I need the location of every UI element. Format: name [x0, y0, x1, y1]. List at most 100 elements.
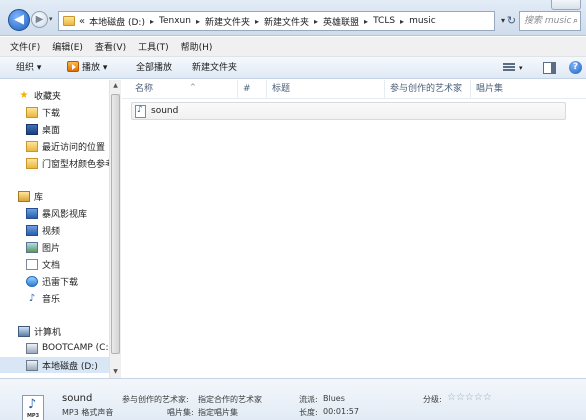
search-icon: ⌕ [572, 16, 578, 26]
file-row[interactable]: sound [131, 102, 566, 120]
breadcrumb-tcls[interactable]: TCLS [373, 16, 395, 26]
forward-button[interactable]: ▶ [31, 11, 48, 28]
sort-ascending-icon: ^ [190, 83, 196, 91]
details-rating-label: 分级: [423, 395, 442, 404]
navigation-scrollbar[interactable]: ▲ ▼ [109, 80, 121, 378]
details-length-label: 长度: [299, 408, 318, 417]
breadcrumb-separator-icon[interactable]: ▸ [400, 17, 404, 26]
nav-item-label: 桌面 [42, 125, 61, 136]
nav-item-label: 迅雷下载 [42, 277, 79, 288]
new-folder-button[interactable]: 新建文件夹 [192, 57, 237, 79]
nav-item-downloads[interactable]: 下载 [26, 104, 109, 120]
nav-item-door-colors[interactable]: 门窗型材颜色参考 [26, 155, 109, 171]
drive-icon [26, 342, 38, 354]
play-all-button[interactable]: 全部播放 [136, 57, 172, 79]
column-header-number[interactable]: # [238, 80, 267, 99]
nav-item-desktop[interactable]: 桌面 [26, 121, 109, 137]
column-header-title[interactable]: 标题 [267, 80, 385, 99]
nav-libraries[interactable]: 库 [18, 188, 109, 204]
menu-file[interactable]: 文件(F) [4, 40, 46, 53]
breadcrumb-separator-icon[interactable]: ▸ [364, 17, 368, 26]
preview-pane-icon[interactable] [543, 62, 556, 74]
nav-item-thunder-downloads[interactable]: 迅雷下载 [26, 273, 109, 289]
breadcrumb-separator-icon[interactable]: ▸ [314, 17, 318, 26]
details-file-type: MP3 格式声音 [62, 408, 114, 417]
details-genre-label: 流派: [299, 395, 318, 404]
nav-favorites[interactable]: ★ 收藏夹 [18, 87, 109, 103]
mp3-file-icon: MP3 [22, 395, 44, 420]
breadcrumb-separator-icon[interactable]: ▸ [255, 17, 259, 26]
nav-item-recent-places[interactable]: 最近访问的位置 [26, 138, 109, 154]
breadcrumb-overflow[interactable]: « [79, 16, 85, 27]
column-header-name[interactable]: 名称 ^ [130, 80, 238, 99]
search-input[interactable]: 搜索 music ⌕ [519, 11, 581, 31]
menu-edit[interactable]: 编辑(E) [46, 40, 89, 53]
column-header-album[interactable]: 唱片集 [471, 80, 571, 99]
details-artist-value[interactable]: 指定合作的艺术家 [198, 394, 262, 405]
nav-item-documents[interactable]: 文档 [26, 256, 109, 272]
scroll-down-icon[interactable]: ▼ [110, 366, 121, 378]
details-length-value: 00:01:57 [323, 407, 359, 416]
nav-item-pictures[interactable]: 图片 [26, 239, 109, 255]
breadcrumb-separator-icon[interactable]: ▸ [150, 17, 154, 26]
menu-tools[interactable]: 工具(T) [132, 40, 175, 53]
recent-places-icon [26, 140, 38, 152]
details-album-label: 唱片集: [167, 408, 194, 417]
play-label: 播放 ▾ [82, 63, 108, 73]
details-file-name: sound [62, 393, 93, 404]
thunder-icon [26, 275, 38, 287]
nav-item-label: 图片 [42, 243, 61, 254]
nav-favorites-label: 收藏夹 [34, 91, 62, 102]
nav-libraries-label: 库 [34, 192, 44, 203]
help-icon[interactable]: ? [569, 61, 582, 74]
command-bar: 组织 ▾ 播放 ▾ 全部播放 新建文件夹 ▾ ? [0, 57, 586, 79]
pictures-icon [26, 241, 38, 253]
organize-button[interactable]: 组织 ▾ [16, 57, 41, 79]
breadcrumb-tenxun[interactable]: Tenxun [159, 16, 191, 26]
menu-bar: 文件(F) 编辑(E) 查看(V) 工具(T) 帮助(H) [0, 37, 586, 57]
nav-item-label: 音乐 [42, 294, 61, 305]
documents-icon [26, 258, 38, 270]
nav-item-label: 暴风影视库 [42, 209, 88, 220]
menu-help[interactable]: 帮助(H) [175, 40, 219, 53]
nav-computer[interactable]: 计算机 [18, 323, 109, 339]
breadcrumb-new-folder-1[interactable]: 新建文件夹 [205, 15, 250, 28]
view-dropdown-icon[interactable]: ▾ [519, 57, 523, 79]
back-button[interactable]: ◀ [8, 9, 30, 31]
window-control[interactable] [551, 0, 581, 10]
mp3-icon-label: MP3 [26, 413, 40, 419]
details-artist-label: 参与创作的艺术家: [122, 395, 189, 404]
breadcrumb-separator-icon[interactable]: ▸ [196, 17, 200, 26]
breadcrumb-new-folder-2[interactable]: 新建文件夹 [264, 15, 309, 28]
details-genre-value[interactable]: Blues [323, 394, 345, 403]
details-album-value[interactable]: 指定唱片集 [198, 407, 238, 418]
star-icon: ★ [19, 89, 29, 101]
folder-icon [26, 157, 38, 169]
nav-item-drive-c[interactable]: BOOTCAMP (C:) [26, 340, 109, 356]
scrollbar-thumb[interactable] [111, 94, 120, 354]
change-view-icon[interactable] [503, 62, 515, 73]
details-pane: MP3 sound MP3 格式声音 参与创作的艺术家: 指定合作的艺术家 唱片… [0, 378, 586, 420]
column-header-label: 名称 [135, 84, 154, 94]
recent-pages-icon[interactable]: ▾ [49, 13, 58, 25]
breadcrumb-music[interactable]: music [409, 16, 436, 26]
nav-item-music[interactable]: ♪ 音乐 [26, 290, 109, 306]
address-field[interactable]: « 本地磁盘 (D:) ▸ Tenxun ▸ 新建文件夹 ▸ 新建文件夹 ▸ 英… [58, 11, 495, 31]
file-list: 名称 ^ # 标题 参与创作的艺术家 唱片集 sound [122, 80, 586, 378]
breadcrumb-lol[interactable]: 英雄联盟 [323, 15, 359, 28]
nav-item-label: 本地磁盘 (D:) [42, 361, 98, 372]
downloads-folder-icon [26, 106, 38, 118]
rating-stars[interactable]: ☆☆☆☆☆ [447, 392, 492, 403]
menu-view[interactable]: 查看(V) [89, 40, 132, 53]
nav-item-videos[interactable]: 视频 [26, 222, 109, 238]
nav-item-drive-d[interactable]: 本地磁盘 (D:) [0, 357, 109, 373]
nav-item-storm-video[interactable]: 暴风影视库 [26, 205, 109, 221]
breadcrumb-drive[interactable]: 本地磁盘 (D:) [89, 15, 145, 28]
desktop-icon [26, 123, 38, 135]
column-header-artist[interactable]: 参与创作的艺术家 [385, 80, 471, 99]
navigation-pane: ★ 收藏夹 下载 桌面 最近访问的位置 门窗型材颜色参考 库 暴风影视库 视频 … [0, 80, 109, 378]
music-icon: ♪ [28, 292, 36, 304]
scroll-up-icon[interactable]: ▲ [110, 80, 121, 92]
play-button[interactable]: 播放 ▾ [67, 57, 107, 79]
refresh-icon[interactable]: ↻ [505, 12, 518, 30]
